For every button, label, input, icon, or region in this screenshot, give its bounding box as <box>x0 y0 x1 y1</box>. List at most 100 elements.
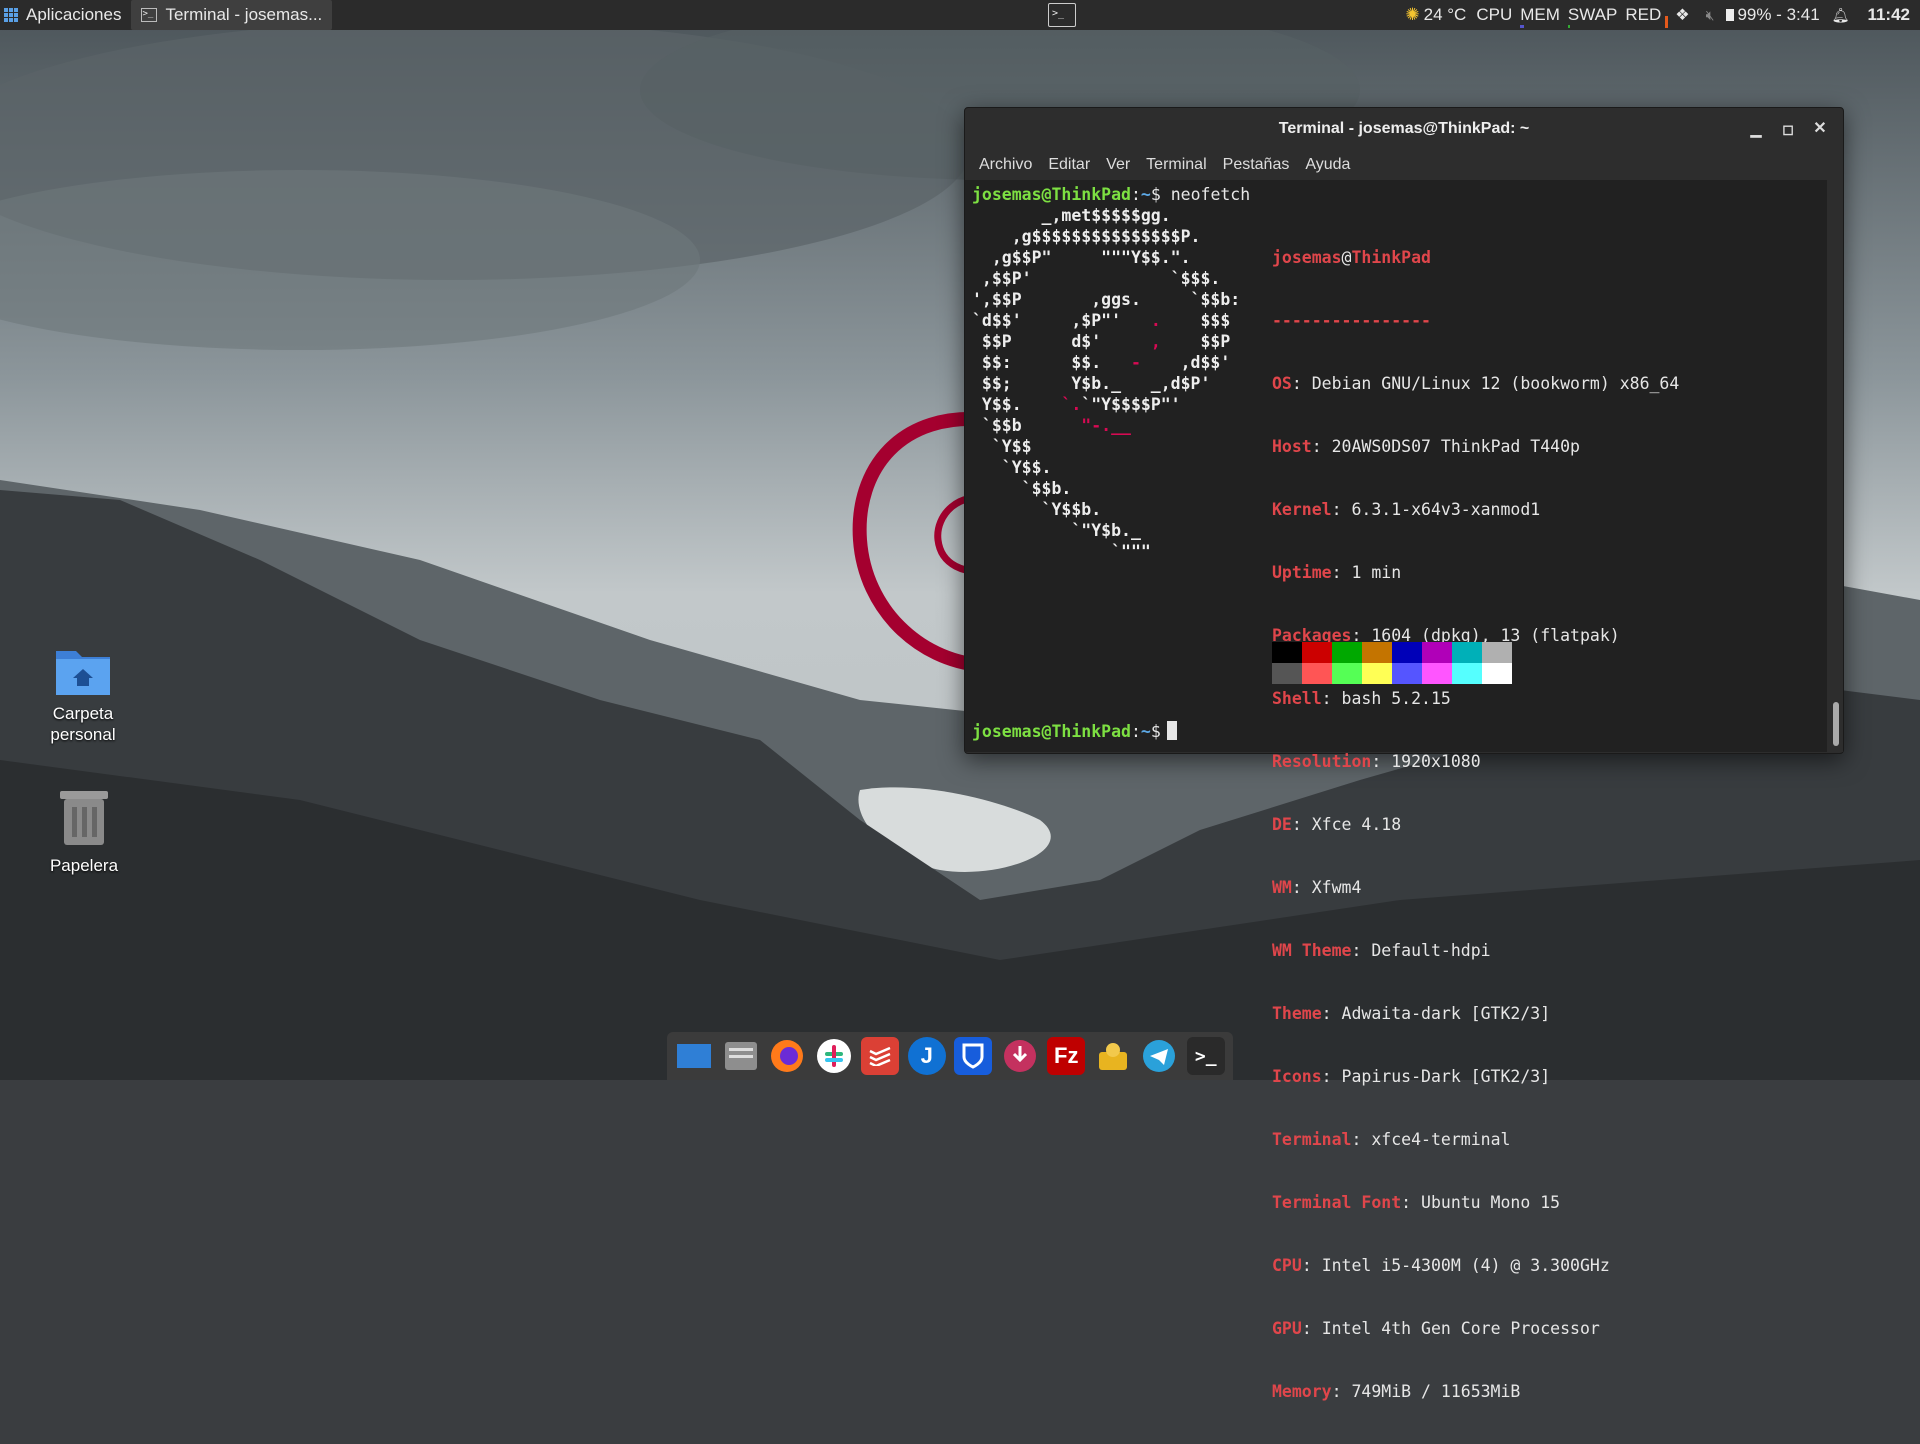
text-cursor <box>1166 721 1177 740</box>
bitwarden-icon[interactable] <box>954 1037 993 1075</box>
prompt-separator: : <box>1130 722 1141 741</box>
todoist-icon[interactable] <box>861 1037 900 1075</box>
info-key: CPU <box>1272 1256 1302 1275</box>
info-key: WM <box>1272 878 1292 897</box>
maintenance-icon[interactable] <box>1094 1037 1132 1075</box>
info-value: 6.3.1-x64v3-xanmod1 <box>1351 500 1541 519</box>
filezilla-icon[interactable]: Fz <box>1047 1037 1086 1075</box>
info-value: Debian GNU/Linux 12 (bookworm) x86_64 <box>1311 374 1680 393</box>
terminal-output[interactable]: josemas@ThinkPad:~$ neofetch _,met$$$$$g… <box>965 180 1827 1401</box>
menu-ayuda[interactable]: Ayuda <box>1305 156 1350 174</box>
info-gpu: GPU: Intel 4th Gen Core Processor <box>1272 1319 1600 1338</box>
files-icon[interactable] <box>722 1037 760 1075</box>
clock[interactable]: 11:42 <box>1855 5 1920 25</box>
palette-swatch <box>1422 663 1452 684</box>
palette-swatch <box>1302 642 1332 663</box>
info-key: WM Theme <box>1272 941 1352 960</box>
panel-status-area: ✺ 24 °C CPU MEM SWAP RED ❖ 🔇︎ 99% - 3:41… <box>1399 0 1920 30</box>
palette-swatch <box>1452 642 1482 663</box>
window-titlebar[interactable]: Terminal - josemas@ThinkPad: ~ ▁ ◻ ✕ <box>965 108 1843 150</box>
info-value: 20AWS0DS07 ThinkPad T440p <box>1331 437 1580 456</box>
battery-indicator[interactable]: 99% - 3:41 <box>1720 0 1825 30</box>
info-at: @ <box>1341 248 1352 267</box>
maximize-button[interactable]: ◻ <box>1773 108 1803 150</box>
color-palette <box>1272 642 1512 684</box>
info-value: bash 5.2.15 <box>1341 689 1451 708</box>
palette-swatch <box>1302 663 1332 684</box>
swap-monitor[interactable]: SWAP <box>1564 0 1621 30</box>
taskbar-terminal-button[interactable]: >_ Terminal - josemas... <box>131 0 333 30</box>
info-resolution: Resolution: 1920x1080 <box>1272 752 1481 771</box>
palette-swatch <box>1422 642 1452 663</box>
sun-icon: ✺ <box>1405 5 1420 24</box>
terminal-window[interactable]: Terminal - josemas@ThinkPad: ~ ▁ ◻ ✕ Arc… <box>964 107 1844 1401</box>
info-memory: Memory: 749MiB / 11653MiB <box>1272 1382 1521 1401</box>
info-user: josemas <box>1272 248 1342 267</box>
slack-icon[interactable] <box>815 1037 853 1075</box>
system-info: josemas@ThinkPad ---------------- OS: De… <box>1272 205 1679 1444</box>
palette-swatch <box>1362 642 1392 663</box>
info-terminal-font: Terminal Font: Ubuntu Mono 15 <box>1272 1193 1561 1212</box>
menu-pestanas[interactable]: Pestañas <box>1223 156 1290 174</box>
network-monitor[interactable]: RED <box>1621 0 1669 30</box>
info-value: Xfwm4 <box>1311 878 1362 897</box>
info-key: Terminal Font <box>1272 1193 1402 1212</box>
prompt-user: josemas@ThinkPad <box>972 185 1131 204</box>
palette-swatch <box>1392 642 1422 663</box>
apps-grid-icon <box>4 8 18 22</box>
prompt-symbol: $ <box>1150 185 1161 204</box>
trash-icon <box>60 791 108 845</box>
mem-monitor[interactable]: MEM <box>1516 0 1564 30</box>
info-de: DE: Xfce 4.18 <box>1272 815 1402 834</box>
applications-menu[interactable]: Aplicaciones <box>0 0 127 30</box>
mem-label: MEM <box>1520 5 1560 24</box>
info-key: Kernel <box>1272 500 1332 519</box>
home-folder-label-line2: personal <box>50 725 116 744</box>
prompt-user: josemas@ThinkPad <box>972 722 1131 741</box>
terminal-icon[interactable]: >_ <box>1186 1037 1225 1075</box>
dropbox-icon[interactable]: ❖ <box>1665 0 1699 30</box>
command-text: neofetch <box>1170 185 1251 204</box>
desktop-home-folder[interactable]: Carpeta personal <box>23 643 143 745</box>
command-line: josemas@ThinkPad:~$ neofetch <box>972 184 1250 205</box>
info-value: Intel i5-4300M (4) @ 3.300GHz <box>1321 1256 1610 1275</box>
info-uptime: Uptime: 1 min <box>1272 563 1402 582</box>
swap-label: SWAP <box>1567 5 1618 24</box>
info-key: Icons <box>1272 1067 1322 1086</box>
firefox-icon[interactable] <box>768 1037 806 1075</box>
notifications-bell-icon[interactable]: 🔔︎ <box>1826 0 1856 30</box>
desktop-icon[interactable] <box>675 1037 713 1075</box>
info-key: DE <box>1272 815 1292 834</box>
terminal-launcher-icon[interactable]: >_ <box>1048 3 1076 27</box>
close-button[interactable]: ✕ <box>1805 108 1835 150</box>
menu-editar[interactable]: Editar <box>1048 156 1090 174</box>
menu-terminal[interactable]: Terminal <box>1146 156 1206 174</box>
info-value: Intel 4th Gen Core Processor <box>1321 1319 1600 1338</box>
info-key: Theme <box>1272 1004 1322 1023</box>
terminal-scrollbar[interactable] <box>1827 180 1843 752</box>
info-wm: WM: Xfwm4 <box>1272 878 1362 897</box>
minimize-button[interactable]: ▁ <box>1741 108 1771 150</box>
desktop-trash[interactable]: Papelera <box>24 787 144 876</box>
network-label: RED <box>1625 5 1662 24</box>
joplin-icon[interactable]: J <box>907 1037 946 1075</box>
menu-archivo[interactable]: Archivo <box>979 156 1032 174</box>
top-panel: Aplicaciones >_ Terminal - josemas... >_… <box>0 0 1920 30</box>
info-key: Host <box>1272 437 1312 456</box>
menu-ver[interactable]: Ver <box>1106 156 1130 174</box>
prompt-symbol: $ <box>1150 722 1161 741</box>
palette-swatch <box>1272 663 1302 684</box>
window-title: Terminal - josemas@ThinkPad: ~ <box>1278 120 1530 137</box>
info-value: 1 min <box>1351 563 1402 582</box>
prompt-separator: : <box>1130 185 1141 204</box>
cpu-monitor[interactable]: CPU <box>1472 0 1516 30</box>
terminal-icon: >_ <box>141 8 158 22</box>
volume-muted-icon[interactable]: 🔇︎ <box>1700 0 1721 30</box>
info-key: Terminal <box>1272 1130 1352 1149</box>
palette-swatch <box>1362 663 1392 684</box>
weather-widget[interactable]: ✺ 24 °C <box>1399 0 1472 30</box>
downloader-icon[interactable] <box>1001 1037 1039 1075</box>
telegram-icon[interactable] <box>1140 1037 1178 1075</box>
prompt-line: josemas@ThinkPad:~$ <box>972 721 1177 742</box>
scrollbar-thumb[interactable] <box>1833 702 1839 746</box>
